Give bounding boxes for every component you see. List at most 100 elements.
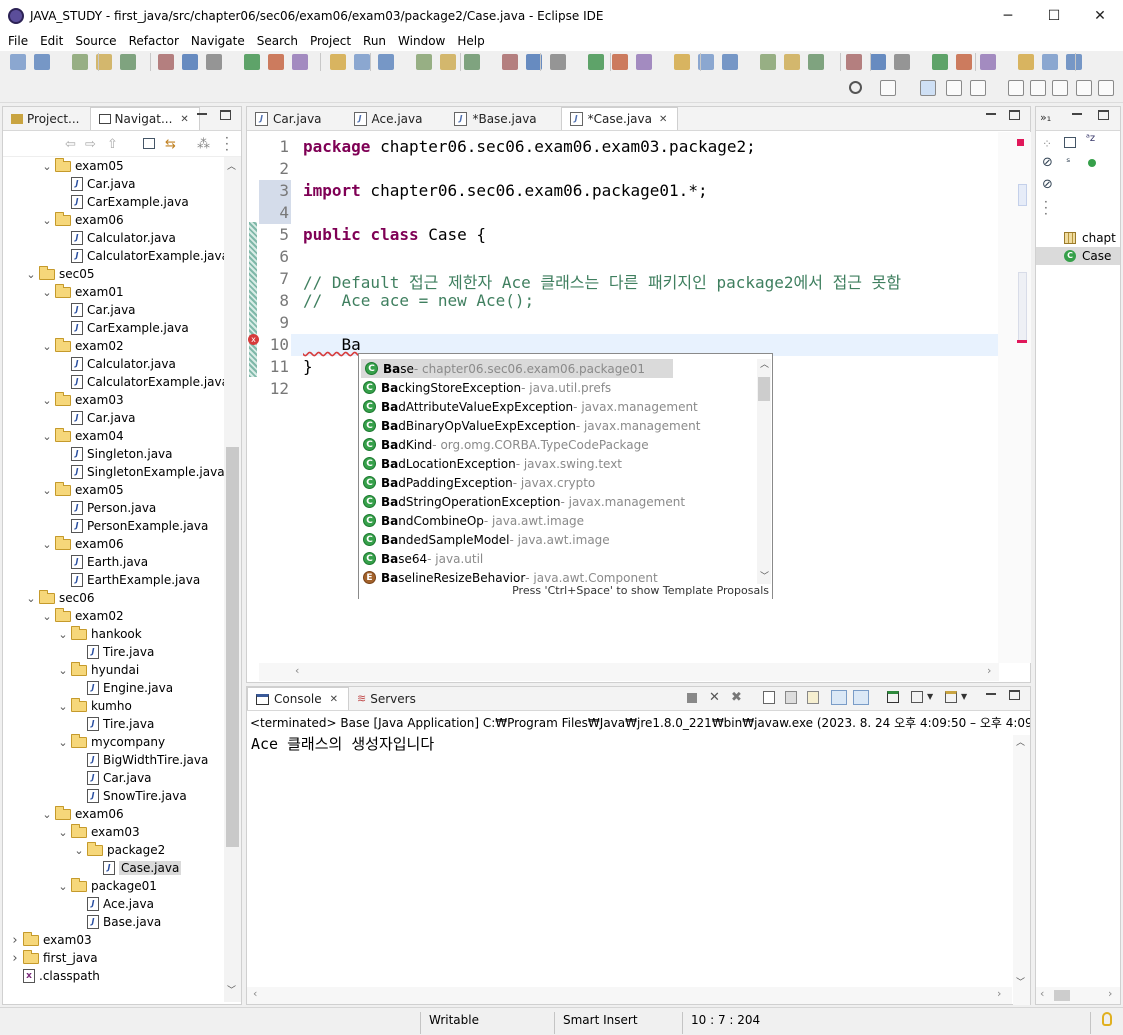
tree-file[interactable]: J EarthExample.java (3, 571, 241, 589)
error-line-marker[interactable] (1017, 340, 1027, 343)
tree-folder[interactable]: ⌄ exam01 (3, 283, 241, 301)
sort-icon[interactable]: ᵃz (1086, 133, 1095, 144)
proposal-item[interactable]: C Ba dAttributeValueExpException - javax.m… (359, 397, 757, 416)
window-button-2[interactable] (1052, 80, 1068, 96)
scroll-left-icon[interactable]: ‹ (1040, 987, 1044, 1000)
overview-ruler[interactable] (998, 132, 1031, 663)
clear-console-icon[interactable] (763, 691, 775, 704)
menu-source[interactable]: Source (69, 34, 122, 48)
tree-scrollbar[interactable]: ︿ ﹀ (224, 157, 241, 1002)
status-insert-mode[interactable]: Smart Insert (563, 1013, 638, 1027)
tree-folder[interactable]: ⌄ exam06 (3, 535, 241, 553)
popup-scrollbar[interactable]: ︿ ﹀ (757, 359, 771, 584)
tree-folder[interactable]: ⌄ exam04 (3, 427, 241, 445)
editor-tab-ace[interactable]: J Ace.java (346, 107, 433, 130)
proposal-item[interactable]: E Ba selineResizeBehavior - java.awt.Compo… (359, 568, 757, 584)
code-line[interactable]: public class Case { (303, 225, 486, 244)
proposal-item[interactable]: C Ba ckingStoreException - java.util.prefs (359, 378, 757, 397)
run-icon[interactable] (440, 54, 456, 70)
run-external-icon[interactable] (464, 54, 480, 70)
maximize-button[interactable]: ☐ (1031, 0, 1077, 31)
tree-file[interactable]: J Car.java (3, 409, 241, 427)
menu-search[interactable]: Search (251, 34, 304, 48)
chevron-down-icon[interactable]: ▼ (927, 692, 933, 701)
block-select-icon[interactable] (784, 54, 800, 70)
tree-file[interactable]: J Car.java (3, 769, 241, 787)
outline-item-package[interactable]: chapt (1036, 229, 1120, 247)
last-edit-icon[interactable] (980, 54, 996, 70)
tree-file[interactable]: J SnowTire.java (3, 787, 241, 805)
hide-static-icon[interactable]: ˢ (1066, 155, 1070, 169)
scroll-down-icon[interactable]: ﹀ (760, 569, 769, 582)
tree-file[interactable]: J Calculator.java (3, 229, 241, 247)
chevron-down-icon[interactable]: ⌄ (57, 736, 69, 749)
tree-file[interactable]: J Base.java (3, 913, 241, 931)
chevron-down-icon[interactable]: ⌄ (41, 340, 53, 353)
tree-file[interactable]: J Engine.java (3, 679, 241, 697)
maximize-view-icon[interactable] (1009, 110, 1020, 120)
editor-scrollbar-thumb[interactable] (1018, 184, 1027, 206)
proposal-item[interactable]: C Ba dLocationException - javax.swing.text (359, 454, 757, 473)
pin-icon[interactable] (894, 54, 910, 70)
tree-file[interactable]: J Ace.java (3, 895, 241, 913)
open-task-icon[interactable] (612, 54, 628, 70)
scroll-up-icon[interactable]: ︿ (760, 357, 769, 370)
tree-folder[interactable]: ⌄ exam06 (3, 805, 241, 823)
chevron-down-icon[interactable]: ⌄ (41, 808, 53, 821)
tree-folder[interactable]: ⌄ exam05 (3, 481, 241, 499)
view-menu-icon[interactable]: · · · (225, 132, 229, 156)
mark-occurrences-icon[interactable] (722, 54, 738, 70)
scroll-down-icon[interactable]: ﹀ (1016, 975, 1025, 988)
chevron-down-icon[interactable]: ⌄ (41, 484, 53, 497)
tree-folder[interactable]: ⌄ package2 (3, 841, 241, 859)
chevron-down-icon[interactable]: ⌄ (41, 430, 53, 443)
tree-file[interactable]: J CalculatorExample.java (3, 373, 241, 391)
menu-navigate[interactable]: Navigate (185, 34, 251, 48)
chevron-down-icon[interactable]: ⌄ (41, 214, 53, 227)
tree-file[interactable]: J Earth.java (3, 553, 241, 571)
tree-scrollbar-thumb[interactable] (226, 447, 239, 847)
new-package-icon[interactable] (550, 54, 566, 70)
hide-fields-icon[interactable]: ⊘ (1042, 155, 1053, 170)
search-icon[interactable] (849, 81, 862, 94)
new-class-icon[interactable] (588, 54, 604, 70)
minimize-view-icon[interactable] (986, 693, 996, 695)
chevron-right-icon[interactable]: › (9, 951, 21, 966)
window-button-4[interactable] (1098, 80, 1114, 96)
maximize-view-icon[interactable] (1098, 110, 1109, 120)
menu-refactor[interactable]: Refactor (123, 34, 185, 48)
tree-folder[interactable]: ⌄ exam05 (3, 157, 241, 175)
console-hscrollbar[interactable]: ‹ › (247, 987, 1012, 1004)
hide-local-icon[interactable]: ⊘ (1042, 177, 1053, 192)
tree-file[interactable]: J PersonExample.java (3, 517, 241, 535)
menu-edit[interactable]: Edit (34, 34, 69, 48)
tree-folder[interactable]: ⌄ exam06 (3, 211, 241, 229)
show-whitespace-icon[interactable] (808, 54, 824, 70)
tree-folder[interactable]: › exam03 (3, 931, 241, 949)
save-icon[interactable] (34, 54, 50, 70)
proposal-item[interactable]: C Ba dPaddingException - javax.crypto (359, 473, 757, 492)
tree-folder[interactable]: ⌄ package01 (3, 877, 241, 895)
outline-hscroll-thumb[interactable] (1054, 990, 1070, 1001)
tree-file[interactable]: J Tire.java (3, 643, 241, 661)
tree-folder[interactable]: ⌄ exam03 (3, 823, 241, 841)
menu-file[interactable]: File (2, 34, 34, 48)
browser-icon[interactable] (870, 54, 886, 70)
pilcrow-icon[interactable] (846, 54, 862, 70)
stop-icon[interactable] (206, 54, 222, 70)
tree-file[interactable]: J Person.java (3, 499, 241, 517)
tree-folder[interactable]: ⌄ exam02 (3, 607, 241, 625)
new-icon[interactable] (10, 54, 26, 70)
scroll-up-icon[interactable]: ︿ (1016, 735, 1025, 748)
open-perspective-icon[interactable] (674, 54, 690, 70)
open-perspective-button[interactable] (880, 80, 896, 96)
chevron-down-icon[interactable]: ⌄ (57, 880, 69, 893)
close-window-button[interactable]: ✕ (1077, 0, 1123, 31)
menu-run[interactable]: Run (357, 34, 392, 48)
tree-folder[interactable]: ⌄ kumho (3, 697, 241, 715)
tree-file[interactable]: J Singleton.java (3, 445, 241, 463)
show-stdout-icon[interactable] (831, 690, 847, 705)
outline-item-class[interactable]: C Case (1036, 247, 1120, 265)
forward-icon[interactable]: ⇨ (85, 137, 96, 152)
editor-tab-case[interactable]: J *Case.java ✕ (560, 107, 679, 130)
